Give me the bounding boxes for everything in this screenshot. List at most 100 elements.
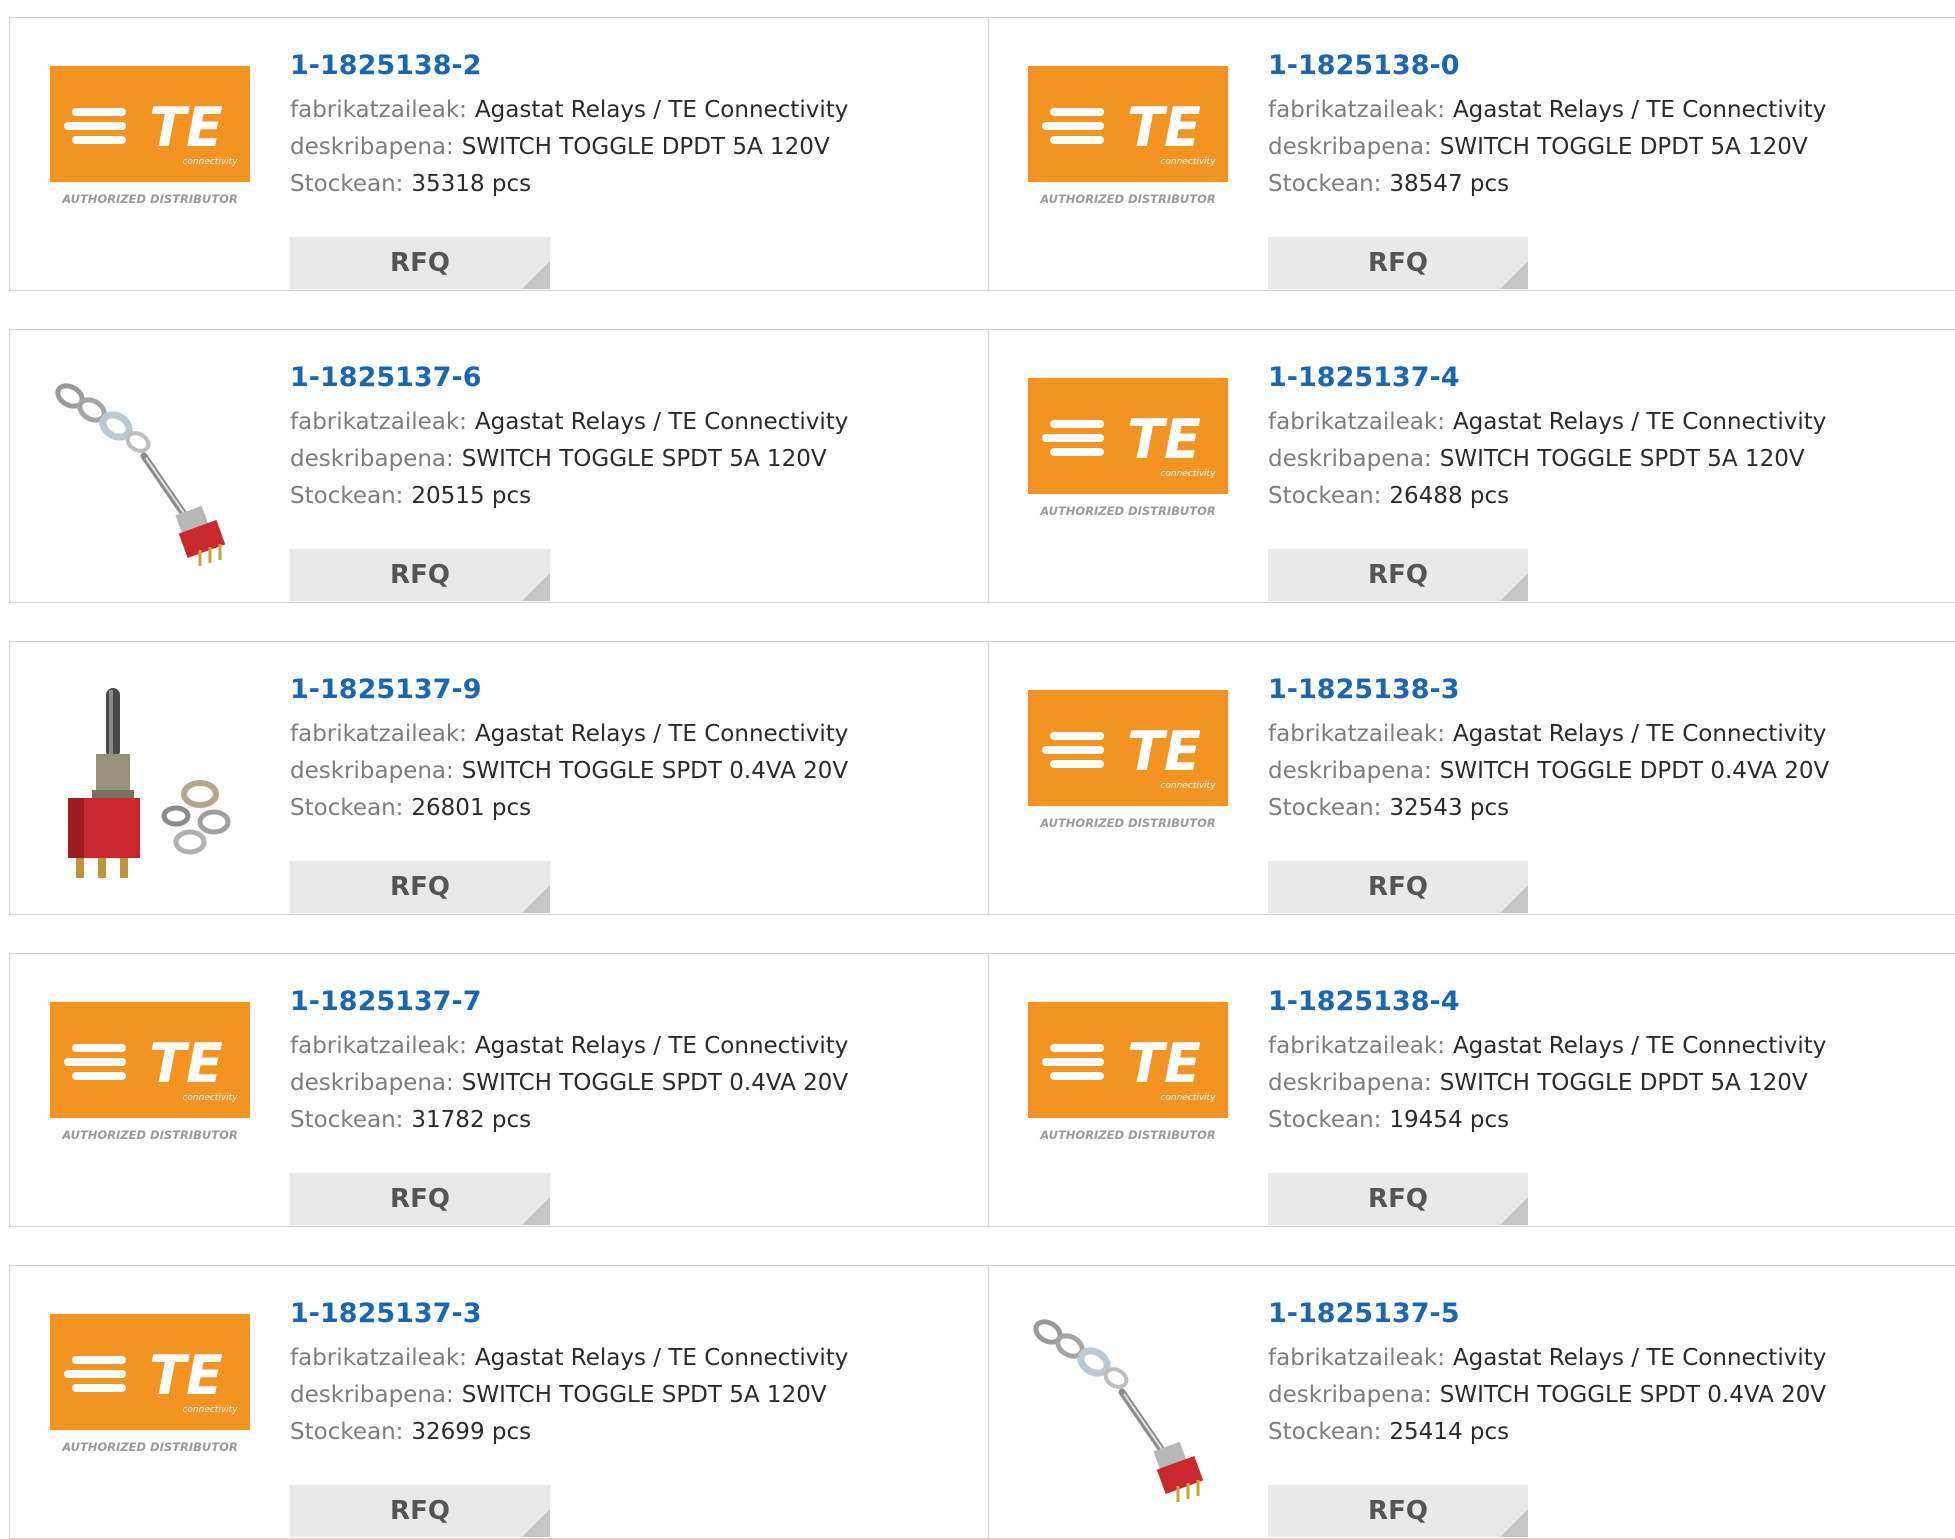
product-card: TE connectivity AUTHORIZED DISTRIBUTOR 1-1… (988, 954, 1955, 1226)
rfq-button[interactable]: RFQ (1268, 549, 1528, 601)
product-card: TE connectivity AUTHORIZED DISTRIBUTOR 1-1… (988, 330, 1955, 602)
description-value: SWITCH TOGGLE SPDT 5A 120V (461, 1382, 827, 1408)
logo-sub-text: connectivity (1160, 781, 1216, 791)
logo-tagline-text: AUTHORIZED DISTRIBUTOR (1039, 816, 1216, 830)
manufacturer-label: fabrikatzaileak: (1268, 1345, 1445, 1371)
description-label: deskribapena: (290, 134, 454, 160)
stock-label: Stockean: (1268, 483, 1382, 509)
manufacturer-value: Agastat Relays / TE Connectivity (474, 97, 849, 123)
part-number-link[interactable]: 1-1825137-5 (1268, 1294, 1948, 1340)
corner-fold-icon (522, 1509, 550, 1537)
part-number-link[interactable]: 1-1825137-7 (290, 982, 970, 1028)
corner-fold-icon (1500, 573, 1528, 601)
part-number-link[interactable]: 1-1825138-0 (1268, 46, 1948, 92)
rfq-button-label: RFQ (1368, 560, 1428, 590)
stock-label: Stockean: (290, 1107, 404, 1133)
product-image[interactable] (1028, 1306, 1228, 1506)
manufacturer-line: fabrikatzaileak: Agastat Relays / TE Conn… (1268, 716, 1948, 753)
part-number-link[interactable]: 1-1825137-3 (290, 1294, 970, 1340)
logo-sub-text: connectivity (182, 157, 238, 167)
rfq-button-label: RFQ (390, 872, 450, 902)
product-image[interactable]: TE connectivity AUTHORIZED DISTRIBUTOR (50, 994, 250, 1194)
manufacturer-value: Agastat Relays / TE Connectivity (1452, 409, 1827, 435)
rfq-button[interactable]: RFQ (290, 1173, 550, 1225)
stock-value: 32699 pcs (411, 1419, 532, 1445)
manufacturer-label: fabrikatzaileak: (290, 409, 467, 435)
part-number-link[interactable]: 1-1825138-2 (290, 46, 970, 92)
product-image[interactable]: TE connectivity AUTHORIZED DISTRIBUTOR (1028, 994, 1228, 1194)
manufacturer-line: fabrikatzaileak: Agastat Relays / TE Conn… (1268, 1028, 1948, 1065)
manufacturer-label: fabrikatzaileak: (1268, 1033, 1445, 1059)
rfq-button[interactable]: RFQ (1268, 237, 1528, 289)
manufacturer-value: Agastat Relays / TE Connectivity (1452, 1345, 1827, 1371)
rfq-button[interactable]: RFQ (290, 861, 550, 913)
logo-sub-text: connectivity (1160, 157, 1216, 167)
rfq-button[interactable]: RFQ (1268, 1173, 1528, 1225)
description-line: deskribapena: SWITCH TOGGLE SPDT 0.4VA 20… (1268, 1377, 1948, 1414)
part-number-link[interactable]: 1-1825138-3 (1268, 670, 1948, 716)
product-row: TE connectivity AUTHORIZED DISTRIBUTOR 1-1… (9, 17, 1955, 291)
te-connectivity-logo: TEconnectivity AUTHORIZED DISTRIBUTOR (1028, 690, 1228, 830)
manufacturer-value: Agastat Relays / TE Connectivity (1452, 1033, 1827, 1059)
product-info: 1-1825138-0 fabrikatzaileak: Agastat Rela… (1268, 46, 1948, 289)
product-info: 1-1825138-2 fabrikatzaileak: Agastat Rela… (290, 46, 970, 289)
rfq-button[interactable]: RFQ (1268, 861, 1528, 913)
rfq-button-label: RFQ (390, 560, 450, 590)
corner-fold-icon (522, 261, 550, 289)
logo-tagline-text: AUTHORIZED DISTRIBUTOR (61, 1128, 238, 1142)
rfq-button[interactable]: RFQ (290, 237, 550, 289)
stock-line: Stockean: 35318 pcs (290, 166, 970, 203)
product-image[interactable]: TE connectivity AUTHORIZED DISTRIBUTOR (1028, 58, 1228, 258)
product-image[interactable]: TE connectivity AUTHORIZED DISTRIBUTOR (1028, 682, 1228, 882)
corner-fold-icon (522, 573, 550, 601)
part-number-link[interactable]: 1-1825137-4 (1268, 358, 1948, 404)
rfq-button[interactable]: RFQ (290, 1485, 550, 1537)
stock-line: Stockean: 31782 pcs (290, 1102, 970, 1139)
stock-value: 26488 pcs (1389, 483, 1510, 509)
product-card: TE connectivity AUTHORIZED DISTRIBUTOR 1-1… (10, 1266, 989, 1538)
te-connectivity-logo: TEconnectivity AUTHORIZED DISTRIBUTOR (1028, 378, 1228, 518)
logo-brand-text: TE (149, 1032, 223, 1095)
description-line: deskribapena: SWITCH TOGGLE SPDT 5A 120V (290, 1377, 970, 1414)
logo-sub-text: connectivity (1160, 469, 1216, 479)
stock-line: Stockean: 32699 pcs (290, 1414, 970, 1451)
description-line: deskribapena: SWITCH TOGGLE SPDT 0.4VA 20… (290, 753, 970, 790)
manufacturer-value: Agastat Relays / TE Connectivity (474, 1033, 849, 1059)
rfq-button[interactable]: RFQ (1268, 1485, 1528, 1537)
product-image[interactable]: TE connectivity AUTHORIZED DISTRIBUTOR (50, 58, 250, 258)
corner-fold-icon (1500, 885, 1528, 913)
description-line: deskribapena: SWITCH TOGGLE SPDT 5A 120V (1268, 441, 1948, 478)
stock-label: Stockean: (290, 483, 404, 509)
rfq-button-label: RFQ (390, 1184, 450, 1214)
rfq-button[interactable]: RFQ (290, 549, 550, 601)
part-number-link[interactable]: 1-1825138-4 (1268, 982, 1948, 1028)
product-image[interactable]: TE connectivity AUTHORIZED DISTRIBUTOR (1028, 370, 1228, 570)
description-line: deskribapena: SWITCH TOGGLE SPDT 5A 120V (290, 441, 970, 478)
corner-fold-icon (522, 885, 550, 913)
stock-value: 32543 pcs (1389, 795, 1510, 821)
product-card: 1-1825137-6 fabrikatzaileak: Agastat Rela… (10, 330, 989, 602)
corner-fold-icon (1500, 261, 1528, 289)
description-label: deskribapena: (290, 446, 454, 472)
toggle-switch-upright-image (68, 688, 231, 878)
product-info: 1-1825137-5 fabrikatzaileak: Agastat Rela… (1268, 1294, 1948, 1537)
logo-tagline-text: AUTHORIZED DISTRIBUTOR (61, 192, 238, 206)
stock-value: 38547 pcs (1389, 171, 1510, 197)
product-image[interactable] (50, 370, 250, 570)
manufacturer-line: fabrikatzaileak: Agastat Relays / TE Conn… (1268, 92, 1948, 129)
part-number-link[interactable]: 1-1825137-9 (290, 670, 970, 716)
manufacturer-value: Agastat Relays / TE Connectivity (474, 409, 849, 435)
stock-label: Stockean: (1268, 795, 1382, 821)
description-value: SWITCH TOGGLE DPDT 5A 120V (1439, 1070, 1808, 1096)
product-row: TE connectivity AUTHORIZED DISTRIBUTOR 1-1… (9, 953, 1955, 1227)
logo-brand-text: TE (149, 1344, 223, 1407)
description-value: SWITCH TOGGLE DPDT 0.4VA 20V (1439, 758, 1830, 784)
product-info: 1-1825137-3 fabrikatzaileak: Agastat Rela… (290, 1294, 970, 1537)
part-number-link[interactable]: 1-1825137-6 (290, 358, 970, 404)
product-info: 1-1825137-7 fabrikatzaileak: Agastat Rela… (290, 982, 970, 1225)
product-image[interactable]: TE connectivity AUTHORIZED DISTRIBUTOR (50, 1306, 250, 1506)
manufacturer-line: fabrikatzaileak: Agastat Relays / TE Conn… (290, 404, 970, 441)
logo-sub-text: connectivity (1160, 1093, 1216, 1103)
manufacturer-line: fabrikatzaileak: Agastat Relays / TE Conn… (290, 1340, 970, 1377)
product-image[interactable] (50, 682, 250, 882)
